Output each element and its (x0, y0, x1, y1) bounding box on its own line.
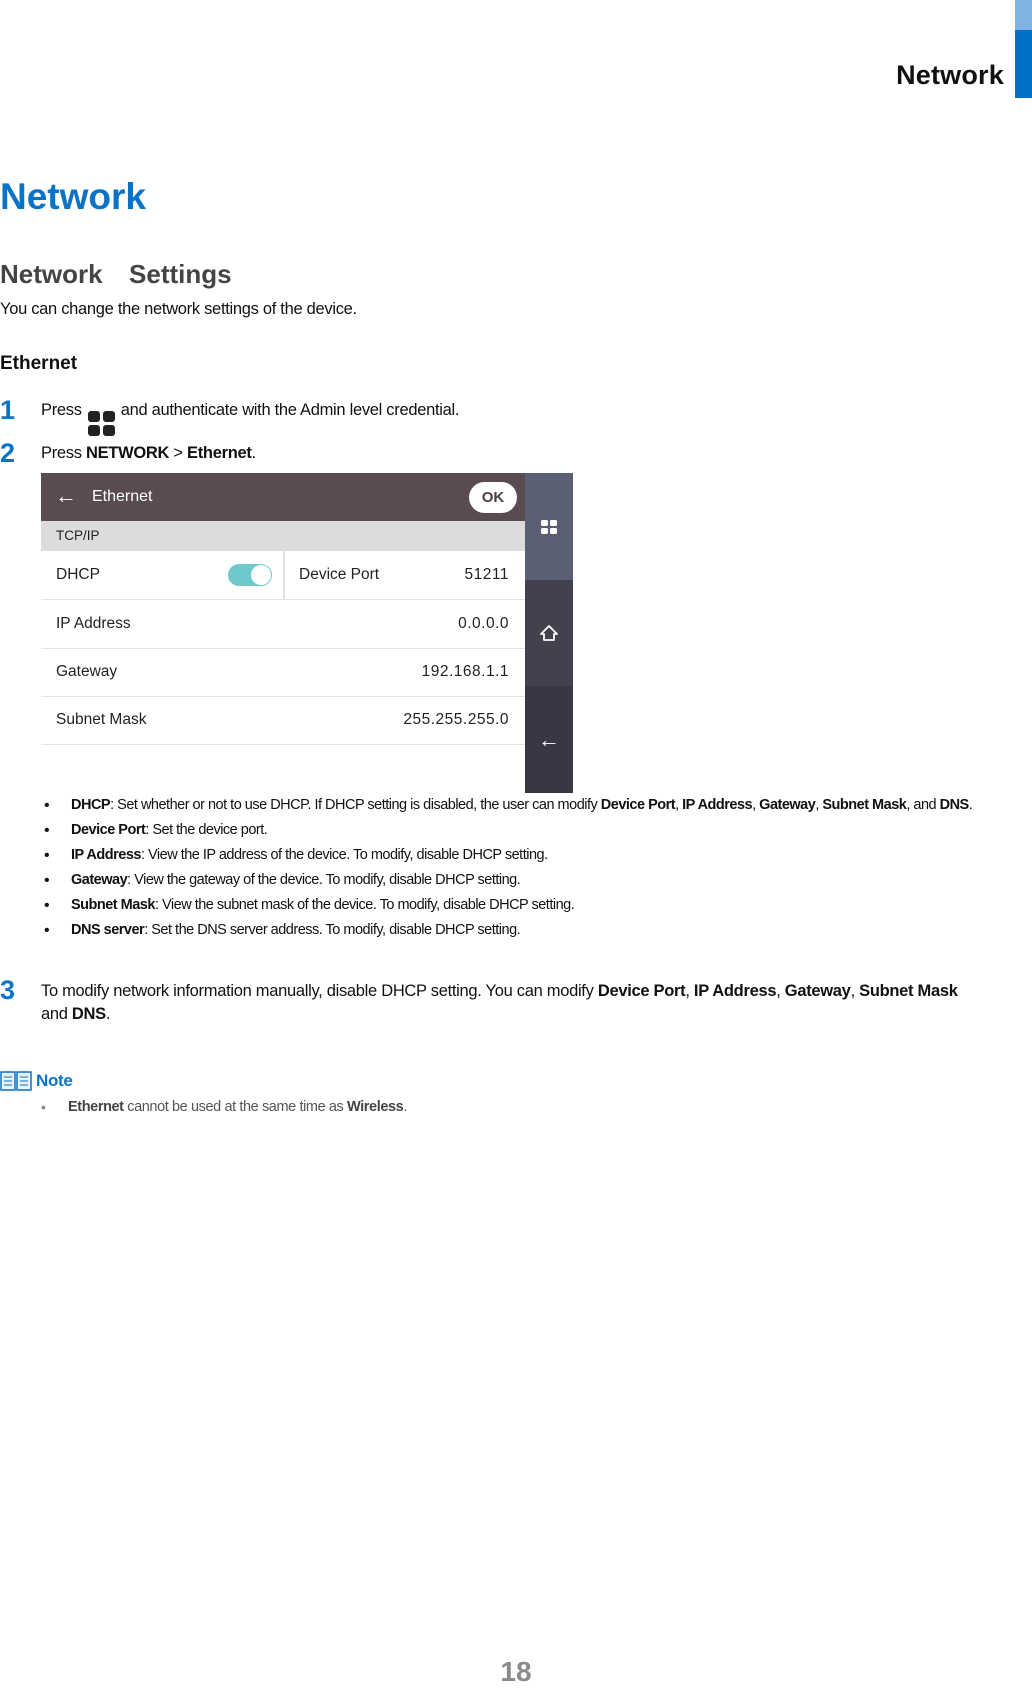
step-text: Press (41, 444, 86, 462)
ok-button[interactable]: OK (469, 482, 517, 513)
term: Wireless (347, 1099, 404, 1115)
step-number: 1 (0, 395, 16, 425)
desc: : Set whether or not to use DHCP. If DHC… (110, 797, 601, 813)
step-text: and (41, 1005, 72, 1023)
intro-text: You can change the network settings of t… (0, 300, 357, 318)
punct: . (105, 1005, 111, 1023)
book-icon (0, 1071, 32, 1091)
dhcp-row: DHCP Device Port 51211 (41, 551, 525, 600)
term: DNS server (71, 922, 145, 938)
note-item: Ethernet cannot be used at the same time… (41, 1099, 407, 1115)
punct: . (968, 797, 973, 813)
list-item: DNS server: Set the DNS server address. … (44, 920, 1032, 941)
term: DHCP (71, 797, 111, 813)
chapter-tab (1015, 30, 1032, 98)
punct: . (251, 444, 257, 462)
term: IP Address (682, 797, 753, 813)
step-2-text: Press NETWORK > Ethernet. (41, 444, 256, 463)
term: Device Port (71, 822, 146, 838)
section-heading: Network Settings (0, 259, 232, 289)
running-header: Network (896, 60, 1004, 90)
back-arrow-icon[interactable]: ← (55, 485, 77, 507)
home-icon (540, 625, 558, 641)
punct: , (776, 982, 785, 1000)
term: IP Address (71, 847, 141, 863)
term: Device Port (600, 797, 676, 813)
device-screen-title: Ethernet (92, 488, 153, 505)
row-label: Subnet Mask (56, 711, 147, 728)
menu-network: NETWORK (85, 444, 170, 462)
device-port-label: Device Port (299, 566, 380, 583)
back-button[interactable]: ← (525, 686, 573, 793)
desc: : Set the DNS server address. To modify,… (144, 922, 521, 938)
side-navigation: ← (525, 473, 573, 793)
back-arrow-icon: ← (538, 726, 560, 752)
term: Gateway (784, 982, 851, 1000)
subnet-mask-row[interactable]: Subnet Mask 255.255.255.0 (41, 696, 525, 745)
row-value: 192.168.1.1 (421, 663, 509, 680)
menu-button[interactable] (525, 473, 573, 580)
list-item: IP Address: View the IP address of the d… (44, 845, 1032, 866)
section-header: TCP/IP (41, 521, 525, 551)
step-3-text: To modify network information manually, … (41, 980, 1029, 1026)
section-label: TCP/IP (56, 528, 100, 543)
step-text-before: Press (41, 401, 82, 419)
desc: : View the subnet mask of the device. To… (154, 897, 575, 913)
term: IP Address (693, 982, 777, 1000)
field-descriptions: DHCP: Set whether or not to use DHCP. If… (44, 795, 1032, 945)
desc: cannot be used at the same time as (123, 1099, 348, 1115)
menu-ethernet: Ethernet (187, 444, 252, 462)
home-button[interactable] (525, 580, 573, 686)
list-item: Gateway: View the gateway of the device.… (44, 870, 1032, 891)
step-number: 2 (0, 438, 16, 468)
menu-grid-icon (541, 519, 557, 534)
note-header: Note (0, 1070, 73, 1092)
step-text-after: and authenticate with the Admin level cr… (120, 401, 460, 419)
step-text: To modify network information manually, … (41, 982, 598, 1000)
desc: : Set the device port. (145, 822, 268, 838)
term: Gateway (71, 872, 128, 888)
desc: : View the IP address of the device. To … (140, 847, 548, 863)
step-number: 3 (0, 975, 16, 1005)
device-header: ← Ethernet OK (41, 473, 525, 521)
gateway-row[interactable]: Gateway 192.168.1.1 (41, 648, 525, 697)
row-value: 0.0.0.0 (458, 615, 509, 632)
device-port-value[interactable]: 51211 (465, 566, 509, 584)
punct: . (403, 1099, 407, 1115)
term: Ethernet (68, 1099, 124, 1115)
dhcp-toggle[interactable] (228, 564, 272, 586)
ip-address-row[interactable]: IP Address 0.0.0.0 (41, 600, 525, 649)
desc: : View the gateway of the device. To mod… (127, 872, 521, 888)
term: Device Port (597, 982, 686, 1000)
row-label: IP Address (56, 615, 131, 632)
term: DNS (71, 1005, 106, 1023)
list-item: DHCP: Set whether or not to use DHCP. If… (44, 795, 1032, 816)
dhcp-label: DHCP (56, 566, 100, 583)
divider (283, 551, 285, 599)
row-value: 255.255.255.0 (403, 711, 509, 728)
toggle-knob (251, 565, 271, 585)
punct: , (685, 982, 694, 1000)
page-title: Network (0, 176, 146, 217)
device-screen: ← Ethernet OK TCP/IP DHCP Device Port 51… (41, 473, 573, 793)
term: Subnet Mask (859, 982, 958, 1000)
term: Gateway (759, 797, 816, 813)
punct: , (850, 982, 860, 1000)
term: Subnet Mask (822, 797, 907, 813)
chapter-tab-light (1015, 0, 1032, 30)
list-item: Subnet Mask: View the subnet mask of the… (44, 895, 1032, 916)
list-item: Device Port: Set the device port. (44, 820, 1032, 841)
term: Subnet Mask (71, 897, 155, 913)
subsection-heading: Ethernet (0, 353, 78, 374)
page-number: 18 (500, 1656, 532, 1687)
menu-grid-icon (87, 411, 115, 436)
note-label: Note (36, 1071, 73, 1090)
punct: , and (906, 797, 940, 813)
separator: > (169, 444, 188, 462)
row-label: Gateway (56, 663, 118, 680)
step-1-text: Press and authenticate with the Admin lev… (41, 401, 459, 436)
term: DNS (939, 797, 970, 813)
